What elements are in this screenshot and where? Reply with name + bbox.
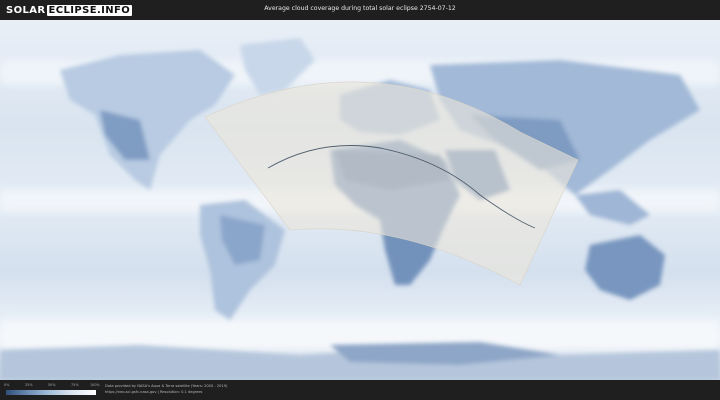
legend-tick-25: 25% <box>25 383 33 387</box>
legend-ticks: 0% 25% 50% 75% 100% <box>4 383 100 389</box>
legend-tick-0: 0% <box>4 383 10 387</box>
data-credit-line: Data provided by NASA's Aqua & Terra sat… <box>105 384 228 388</box>
cloud-coverage-map <box>0 20 720 380</box>
data-source-link[interactable]: https://neo.sci.gsfc.nasa.gov | Resoluti… <box>105 390 202 394</box>
page-title: Average cloud coverage during total sola… <box>264 5 456 12</box>
legend-tick-50: 50% <box>48 383 56 387</box>
top-bar: SOLAR ECLIPSE.INFO Average cloud coverag… <box>0 0 720 20</box>
legend-tick-100: 100% <box>90 383 100 387</box>
cloud-coverage-legend-bar <box>6 390 96 395</box>
legend-tick-75: 75% <box>71 383 79 387</box>
